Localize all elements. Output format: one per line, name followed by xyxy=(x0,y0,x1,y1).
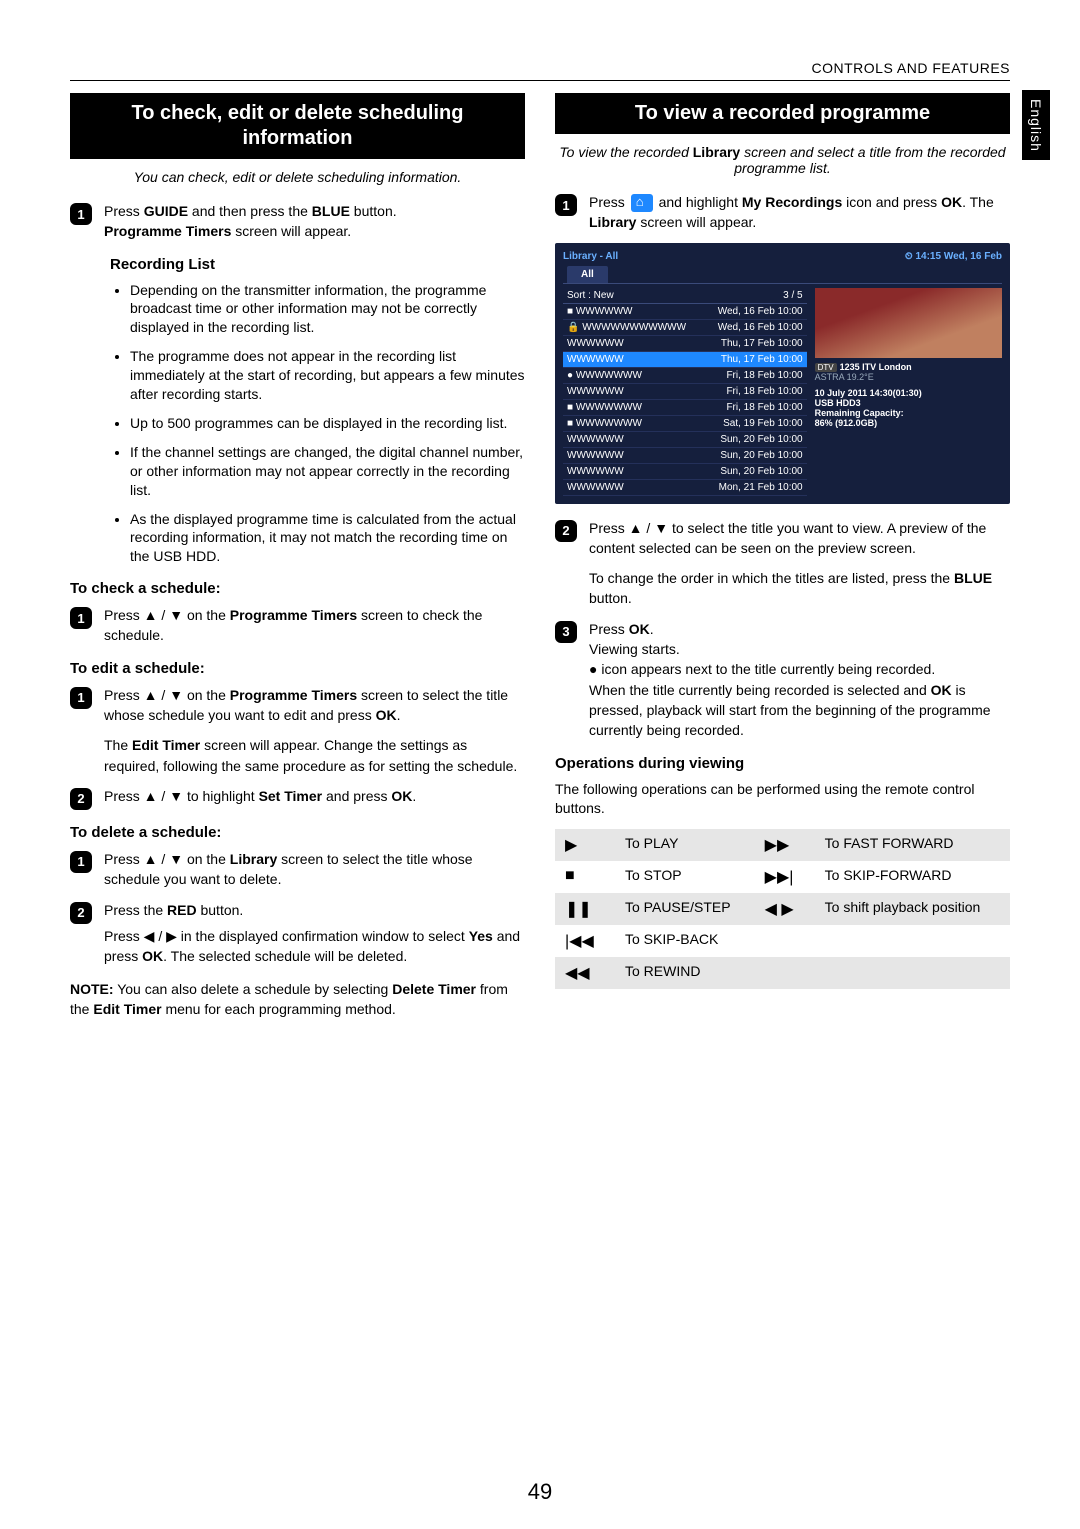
step-text: Press ▲ / ▼ on the Programme Timers scre… xyxy=(104,685,525,776)
section-title-schedule: To check, edit or delete scheduling info… xyxy=(70,93,525,159)
language-tab: English xyxy=(1022,90,1050,160)
table-row: ◀◀To REWIND xyxy=(555,957,1010,989)
step-text: Press OK. Viewing starts. ● icon appears… xyxy=(589,619,1010,741)
library-sort-label: Sort : New xyxy=(567,290,614,301)
edit-step-2: 2 Press ▲ / ▼ to highlight Set Timer and… xyxy=(70,786,525,810)
library-clock: ⏲ 14:15 Wed, 16 Feb xyxy=(905,251,1002,262)
recording-list-bullets: Depending on the transmitter information… xyxy=(110,281,525,567)
manual-page: CONTROLS AND FEATURES English To check, … xyxy=(0,0,1080,1529)
delete-schedule-head: To delete a schedule: xyxy=(70,824,525,841)
step-text: Press ▲ / ▼ on the Programme Timers scre… xyxy=(104,605,525,646)
check-schedule-head: To check a schedule: xyxy=(70,580,525,597)
library-row: WWWWWWSun, 20 Feb 10:00 xyxy=(563,464,807,480)
capacity-value: 86% (912.0GB) xyxy=(815,418,1002,428)
table-row: ❚❚To PAUSE/STEP◀ ▶To shift playback posi… xyxy=(555,893,1010,925)
recording-list-head: Recording List xyxy=(110,256,525,273)
step-badge: 1 xyxy=(70,851,92,873)
dtv-badge: DTV xyxy=(815,363,837,372)
step-badge: 2 xyxy=(70,902,92,924)
delete-step-2: 2 Press the RED button. Press ◀ / ▶ in t… xyxy=(70,900,525,967)
delete-note: NOTE: You can also delete a schedule by … xyxy=(70,980,525,1019)
right-column: To view a recorded programme To view the… xyxy=(555,93,1010,1034)
library-row: 🔒 WWWWWWWWWWWWed, 16 Feb 10:00 xyxy=(563,320,807,336)
library-row: WWWWWWThu, 17 Feb 10:00 xyxy=(563,336,807,352)
my-recordings-icon xyxy=(631,194,653,212)
operations-head: Operations during viewing xyxy=(555,755,1010,772)
table-row: ■To STOP▶▶|To SKIP-FORWARD xyxy=(555,861,1010,893)
library-row: WWWWWWSun, 20 Feb 10:00 xyxy=(563,448,807,464)
table-row: ▶To PLAY▶▶To FAST FORWARD xyxy=(555,829,1010,861)
delete-step-1: 1 Press ▲ / ▼ on the Library screen to s… xyxy=(70,849,525,890)
step-text: Press ▲ / ▼ to highlight Set Timer and p… xyxy=(104,786,525,810)
page-number: 49 xyxy=(0,1479,1080,1505)
operations-intro: The following operations can be performe… xyxy=(555,780,1010,819)
library-preview-panel: DTV1235 ITV London ASTRA 19.2°E 10 July … xyxy=(815,288,1002,496)
view-step-1: 1 Press and highlight My Recordings icon… xyxy=(555,192,1010,233)
schedule-intro: You can check, edit or delete scheduling… xyxy=(70,169,525,185)
step-text: Press ▲ / ▼ to select the title you want… xyxy=(589,518,1010,609)
list-item: Up to 500 programmes can be displayed in… xyxy=(130,414,525,433)
list-item: The programme does not appear in the rec… xyxy=(130,347,525,404)
satellite-name: ASTRA 19.2°E xyxy=(815,372,1002,382)
library-row: WWWWWWThu, 17 Feb 10:00 xyxy=(563,352,807,368)
hdd-name: USB HDD3 xyxy=(815,398,1002,408)
list-item: Depending on the transmitter information… xyxy=(130,281,525,338)
recording-timestamp: 10 July 2011 14:30(01:30) xyxy=(815,388,1002,398)
view-step-3: 3 Press OK. Viewing starts. ● icon appea… xyxy=(555,619,1010,741)
library-row: WWWWWWFri, 18 Feb 10:00 xyxy=(563,384,807,400)
step-badge: 2 xyxy=(70,788,92,810)
check-step-1: 1 Press ▲ / ▼ on the Programme Timers sc… xyxy=(70,605,525,646)
library-screenshot: Library - All ⏲ 14:15 Wed, 16 Feb All So… xyxy=(555,243,1010,504)
page-header: CONTROLS AND FEATURES xyxy=(70,60,1010,81)
library-row: ■ WWWWWWWSat, 19 Feb 10:00 xyxy=(563,416,807,432)
section-title-view: To view a recorded programme xyxy=(555,93,1010,134)
two-column-layout: To check, edit or delete scheduling info… xyxy=(70,93,1010,1034)
left-column: To check, edit or delete scheduling info… xyxy=(70,93,525,1034)
preview-thumbnail xyxy=(815,288,1002,358)
library-row: ■ WWWWWWWFri, 18 Feb 10:00 xyxy=(563,400,807,416)
step-badge: 1 xyxy=(70,203,92,225)
table-row: |◀◀To SKIP-BACK xyxy=(555,925,1010,957)
step-badge: 1 xyxy=(555,194,577,216)
step-badge: 2 xyxy=(555,520,577,542)
library-breadcrumb: Library - All xyxy=(563,251,618,262)
operations-table: ▶To PLAY▶▶To FAST FORWARD■To STOP▶▶|To S… xyxy=(555,829,1010,989)
channel-name: 1235 ITV London xyxy=(840,362,912,372)
library-row: ● WWWWWWWFri, 18 Feb 10:00 xyxy=(563,368,807,384)
list-item: If the channel settings are changed, the… xyxy=(130,443,525,500)
step-text: Press ▲ / ▼ on the Library screen to sel… xyxy=(104,849,525,890)
library-row: WWWWWWSun, 20 Feb 10:00 xyxy=(563,432,807,448)
step-badge: 3 xyxy=(555,621,577,643)
step-badge: 1 xyxy=(70,687,92,709)
library-count: 3 / 5 xyxy=(783,290,802,301)
schedule-step-1: 1 Press GUIDE and then press the BLUE bu… xyxy=(70,201,525,242)
list-item: As the displayed programme time is calcu… xyxy=(130,510,525,567)
view-intro: To view the recorded Library screen and … xyxy=(555,144,1010,176)
step-badge: 1 xyxy=(70,607,92,629)
view-step-2: 2 Press ▲ / ▼ to select the title you wa… xyxy=(555,518,1010,609)
edit-step-1: 1 Press ▲ / ▼ on the Programme Timers sc… xyxy=(70,685,525,776)
library-list: Sort : New 3 / 5 ■ WWWWWWWed, 16 Feb 10:… xyxy=(563,288,807,496)
step-text: Press and highlight My Recordings icon a… xyxy=(589,192,1010,233)
capacity-label: Remaining Capacity: xyxy=(815,408,1002,418)
edit-schedule-head: To edit a schedule: xyxy=(70,660,525,677)
step-text: Press the RED button. Press ◀ / ▶ in the… xyxy=(104,900,525,967)
step-text: Press GUIDE and then press the BLUE butt… xyxy=(104,201,525,242)
library-row: ■ WWWWWWWed, 16 Feb 10:00 xyxy=(563,304,807,320)
library-tab-all: All xyxy=(567,266,608,283)
library-row: WWWWWWMon, 21 Feb 10:00 xyxy=(563,480,807,496)
